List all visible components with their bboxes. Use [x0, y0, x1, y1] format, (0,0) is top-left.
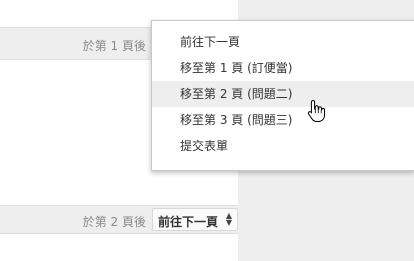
menu-item-next-page[interactable]: 前往下一頁	[152, 29, 414, 55]
after-page-2-label: 於第 2 頁後	[82, 215, 146, 229]
menu-item-go-to-page-3[interactable]: 移至第 3 頁 (問題三)	[152, 107, 414, 133]
menu-item-go-to-page-1[interactable]: 移至第 1 頁 (訂便當)	[152, 55, 414, 81]
selected-option-label: 前往下一頁	[158, 215, 219, 229]
navigation-dropdown-menu: 前往下一頁 移至第 1 頁 (訂便當) 移至第 2 頁 (問題二) 移至第 3 …	[151, 20, 414, 171]
hand-pointer-icon	[307, 100, 325, 122]
up-down-arrows-icon: ▲ ▼	[225, 211, 232, 227]
page-2-navigation-select[interactable]: 前往下一頁 ▲ ▼	[152, 208, 238, 231]
menu-item-submit-form[interactable]: 提交表單	[152, 133, 414, 159]
page-2-footer-bar: 於第 2 頁後 前往下一頁 ▲ ▼	[0, 205, 238, 234]
menu-item-go-to-page-2[interactable]: 移至第 2 頁 (問題二)	[152, 81, 414, 107]
after-page-1-label: 於第 1 頁後	[82, 39, 146, 53]
